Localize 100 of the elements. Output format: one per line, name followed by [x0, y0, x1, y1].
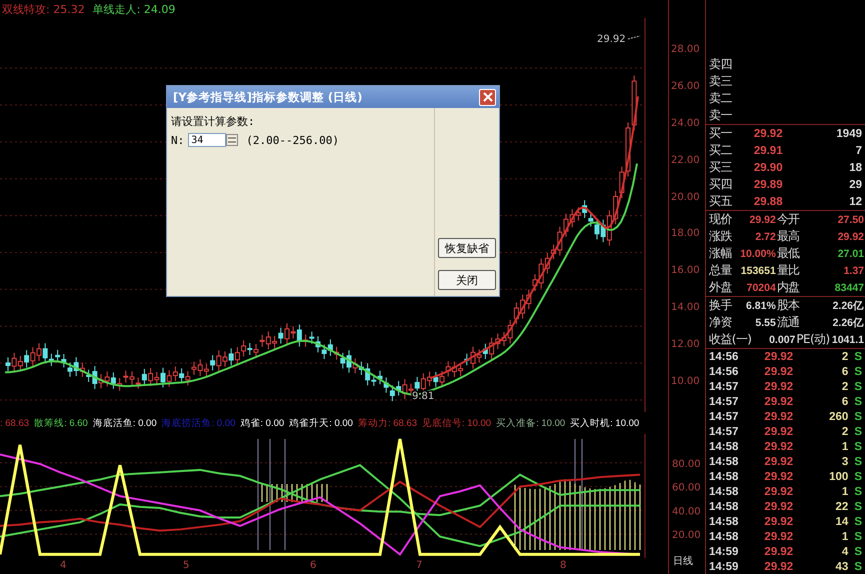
axis-label: 20.00 [672, 530, 701, 542]
axis-label: 24.00 [670, 116, 700, 131]
axis-label: 40.00 [672, 506, 701, 518]
tick-time: 14:56 [709, 350, 738, 362]
low-price-label: 9.81 [412, 391, 434, 402]
indicator-value: 海底捞活鱼: 0.00 [162, 416, 236, 430]
axis-label: 18.00 [670, 227, 700, 242]
tick-price: 29.92 [764, 546, 794, 558]
indicator-value: 双线特攻: 25.32 [2, 2, 85, 16]
tick-price: 29.92 [764, 470, 794, 482]
bid-price: 29.92 [754, 128, 784, 140]
tick-side: S [854, 470, 862, 482]
dialog-button[interactable]: 关闭 [438, 270, 496, 290]
tick-time: 14:58 [709, 530, 738, 542]
tick-price: 29.92 [764, 530, 794, 542]
axis-label: 20.00 [670, 190, 700, 205]
stat-label: 股本 [776, 297, 800, 314]
tick-price: 29.92 [764, 350, 794, 362]
tick-time: 14:57 [709, 380, 738, 392]
tick-volume: 2 [842, 380, 848, 392]
bid-price: 29.90 [754, 162, 784, 174]
dialog-button[interactable]: 恢复缺省 [438, 238, 496, 258]
bid-price: 29.91 [754, 144, 784, 156]
stat-label: 涨幅 [709, 245, 732, 262]
tick-side: S [854, 426, 862, 438]
stat-value: 153651 [740, 264, 776, 276]
bid-volume: 1949 [836, 128, 862, 140]
bid-volume: 29 [849, 178, 862, 190]
tick-price: 29.92 [764, 366, 794, 378]
period-label[interactable]: 日线 [669, 554, 693, 568]
indicator-value: 单线走人: 24.09 [92, 2, 176, 16]
tick-volume: 6 [842, 396, 848, 408]
tick-volume: 2 [842, 350, 848, 362]
tick-time: 14:56 [709, 366, 738, 378]
tick-volume: 1 [842, 486, 848, 498]
axis-label: 5 [183, 560, 190, 571]
stat-label: 换手 [709, 297, 732, 314]
tick-time: 14:59 [709, 560, 738, 572]
parameter-input[interactable]: 34 [188, 133, 226, 147]
stat-label: 外盘 [709, 279, 732, 296]
tick-side: S [854, 530, 862, 542]
tick-volume: 1 [842, 440, 848, 452]
stat-value: 2.26亿 [832, 316, 864, 330]
stat-value: 29.92 [748, 214, 776, 226]
axis-label: 80.00 [672, 458, 701, 470]
tick-time: 14:57 [709, 396, 738, 408]
leader-line [628, 36, 640, 40]
tick-side: S [854, 366, 862, 378]
axis-label: 7 [416, 560, 422, 571]
stat-label: 净资 [709, 314, 732, 331]
stat-value: 27.01 [838, 248, 864, 260]
axis-label: 8 [560, 560, 566, 571]
tick-price: 29.92 [764, 426, 794, 438]
tick-time: 14:58 [709, 486, 738, 498]
bid-volume: 18 [849, 162, 862, 174]
bid-label: 买三 [709, 159, 732, 176]
axis-label: 16.00 [670, 264, 700, 278]
axis-label: 60.00 [672, 482, 701, 494]
tick-price: 29.92 [764, 486, 794, 498]
bid-volume: 12 [849, 196, 862, 208]
axis-label: 14.00 [670, 301, 700, 316]
tick-price: 29.92 [764, 456, 794, 468]
bid-label: 买五 [709, 193, 732, 210]
indicator-value: 买入准备: 10.00 [496, 416, 566, 430]
indicator-value: 鸡雀: 0.00 [240, 416, 284, 430]
tick-price: 29.92 [764, 516, 794, 528]
tick-volume: 1 [842, 530, 848, 542]
tick-side: S [854, 456, 862, 468]
axis-label: 4 [60, 560, 66, 571]
tick-time: 14:58 [709, 516, 738, 528]
tick-side: S [854, 486, 862, 498]
stat-label: 收益(一) [709, 331, 752, 348]
stat-value: 2.26亿 [832, 298, 864, 312]
tick-time: 14:58 [709, 500, 738, 512]
indicator-value: : 68.63 [0, 418, 30, 428]
tick-volume: 3 [842, 456, 848, 468]
spinner-icon[interactable] [226, 134, 238, 146]
axis-label: 6 [310, 560, 316, 571]
indicator-value: 买入时机: 10.00 [570, 416, 640, 430]
stat-value: 70204 [746, 282, 776, 294]
stat-label: 量比 [776, 262, 800, 279]
tick-side: S [854, 440, 862, 452]
tick-volume: 100 [829, 470, 848, 482]
ask-label: 卖四 [709, 56, 732, 73]
axis-label: 26.00 [670, 80, 700, 94]
ask-label: 卖二 [709, 90, 732, 107]
close-button[interactable] [479, 88, 496, 106]
axis-label: 28.00 [670, 43, 700, 57]
parameter-label: N: [171, 134, 184, 146]
stat-label: 总量 [709, 262, 732, 279]
stat-label: 内盘 [776, 279, 800, 296]
bid-label: 买四 [709, 176, 732, 193]
stat-value: 5.55 [754, 316, 776, 328]
tick-side: S [854, 380, 862, 392]
stat-value: 1041.1 [832, 334, 864, 346]
tick-volume: 6 [842, 366, 848, 378]
stat-label: 最高 [776, 228, 800, 245]
tick-price: 29.92 [764, 500, 794, 512]
bid-price: 29.88 [754, 196, 784, 208]
stat-label: 流通 [776, 314, 800, 331]
